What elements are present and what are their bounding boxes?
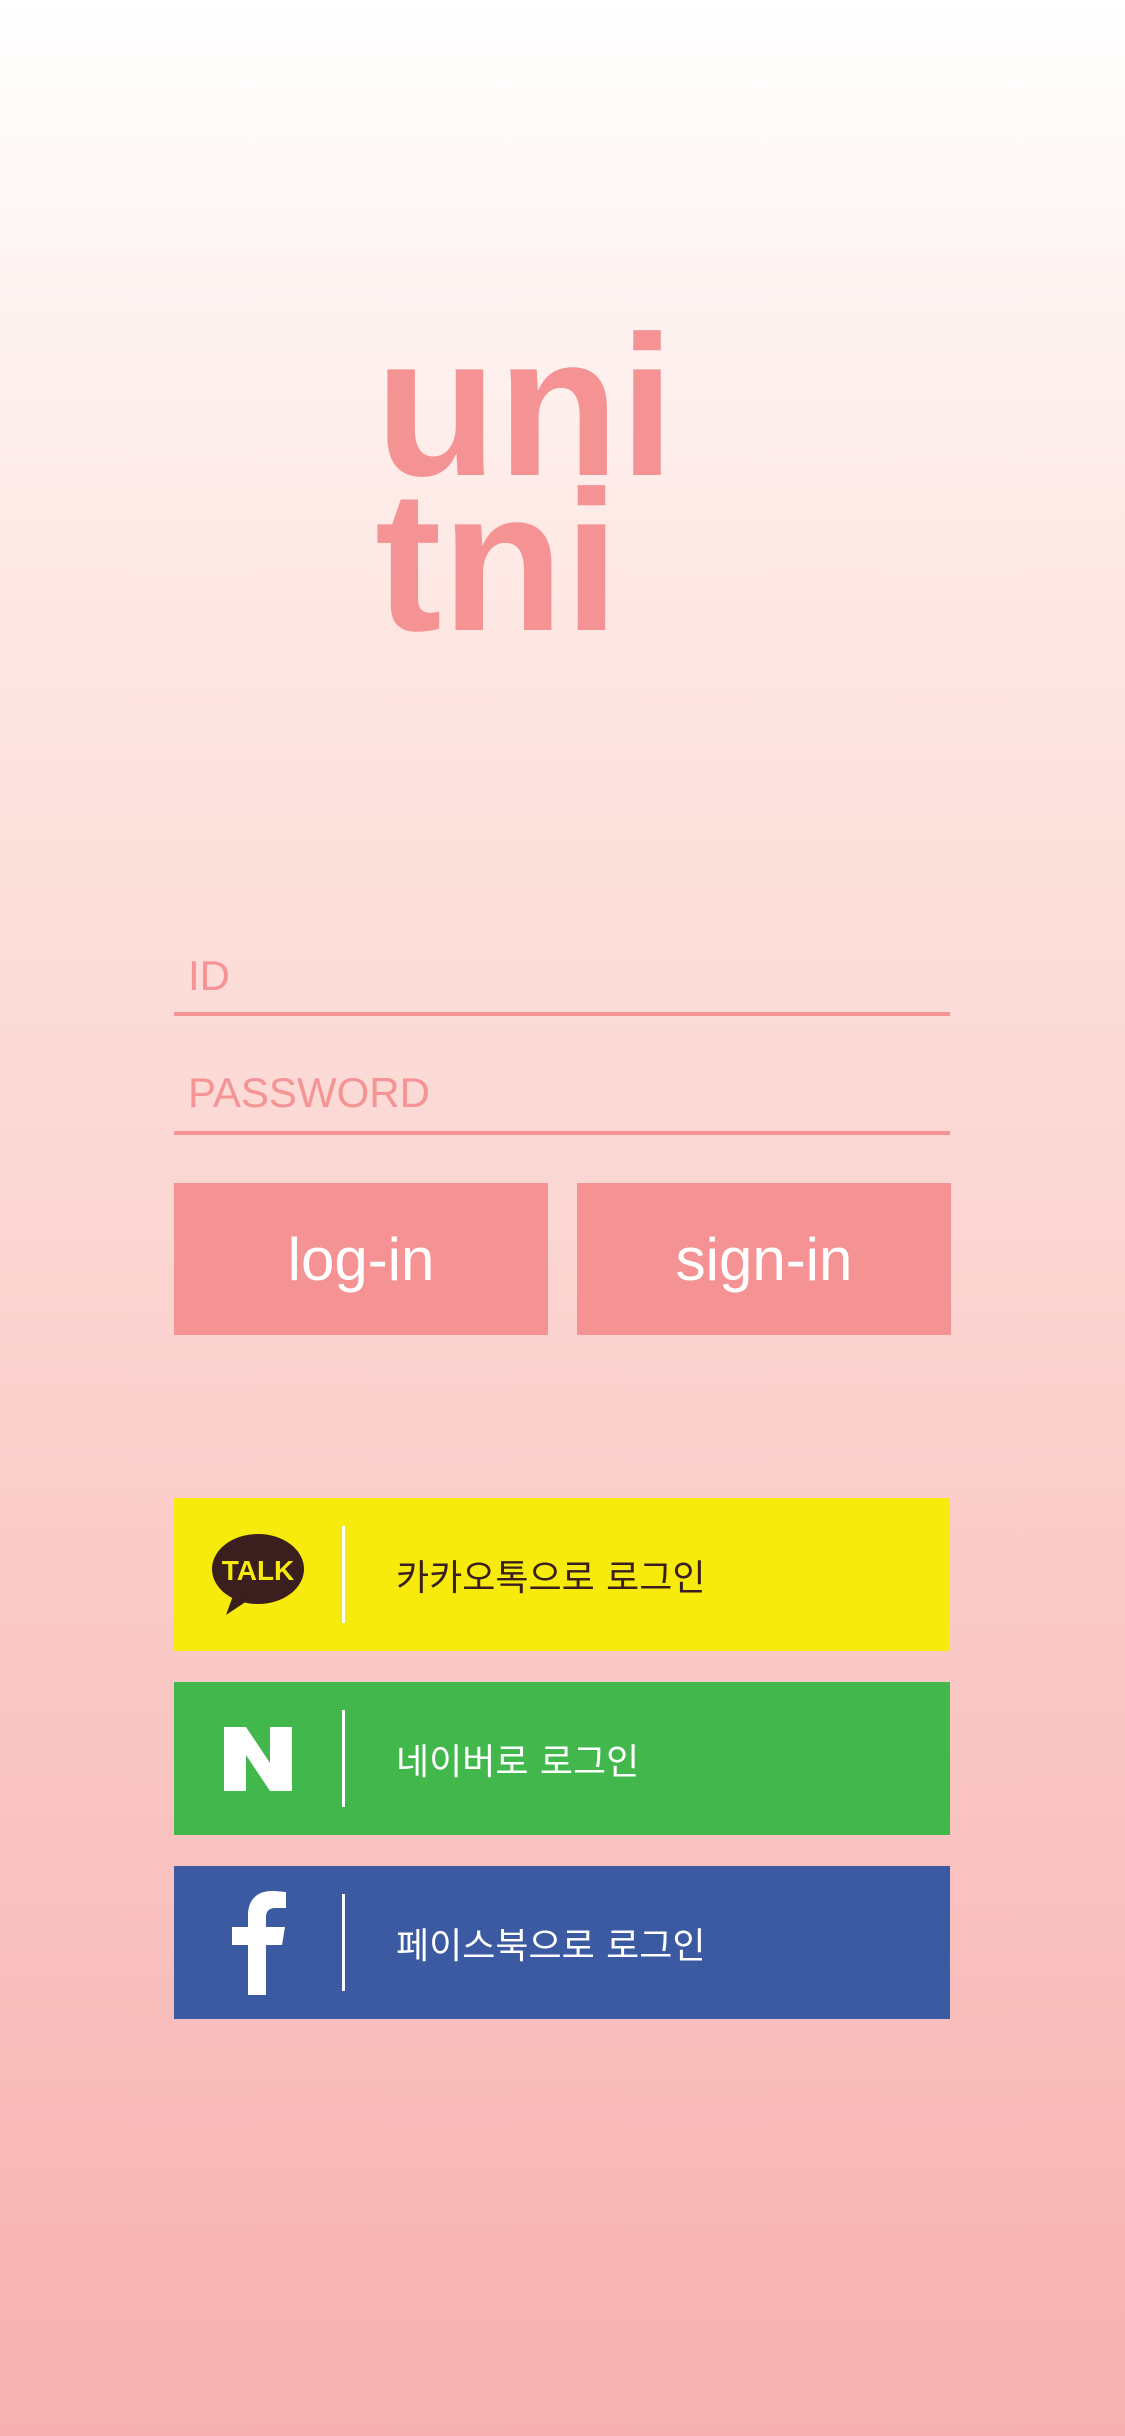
login-button-label: log-in (287, 1225, 435, 1293)
kakao-talk-icon: TALK (174, 1498, 342, 1651)
signin-button-label: sign-in (675, 1225, 853, 1293)
naver-divider (342, 1710, 345, 1807)
kakao-divider (342, 1526, 345, 1623)
facebook-login-button[interactable]: 페이스북으로 로그인 (174, 1866, 950, 2019)
facebook-divider (342, 1894, 345, 1991)
logo-line-2: tni (375, 450, 619, 655)
facebook-icon (174, 1866, 342, 2019)
password-input[interactable] (174, 1055, 950, 1131)
kakao-icon-text: TALK (222, 1555, 295, 1586)
kakao-login-label: 카카오톡으로 로그인 (396, 1557, 706, 1599)
naver-icon (174, 1682, 342, 1835)
password-field-container (174, 1055, 950, 1135)
login-button[interactable]: log-in (174, 1183, 548, 1335)
naver-login-button[interactable]: 네이버로 로그인 (174, 1682, 950, 1835)
signin-button[interactable]: sign-in (577, 1183, 951, 1335)
facebook-login-label: 페이스북으로 로그인 (396, 1925, 706, 1967)
kakao-login-button[interactable]: TALK 카카오톡으로 로그인 (174, 1498, 950, 1651)
id-field-container (174, 940, 950, 1016)
app-logo: uni tni (375, 285, 715, 655)
naver-login-label: 네이버로 로그인 (396, 1741, 640, 1783)
id-input[interactable] (174, 940, 950, 1012)
